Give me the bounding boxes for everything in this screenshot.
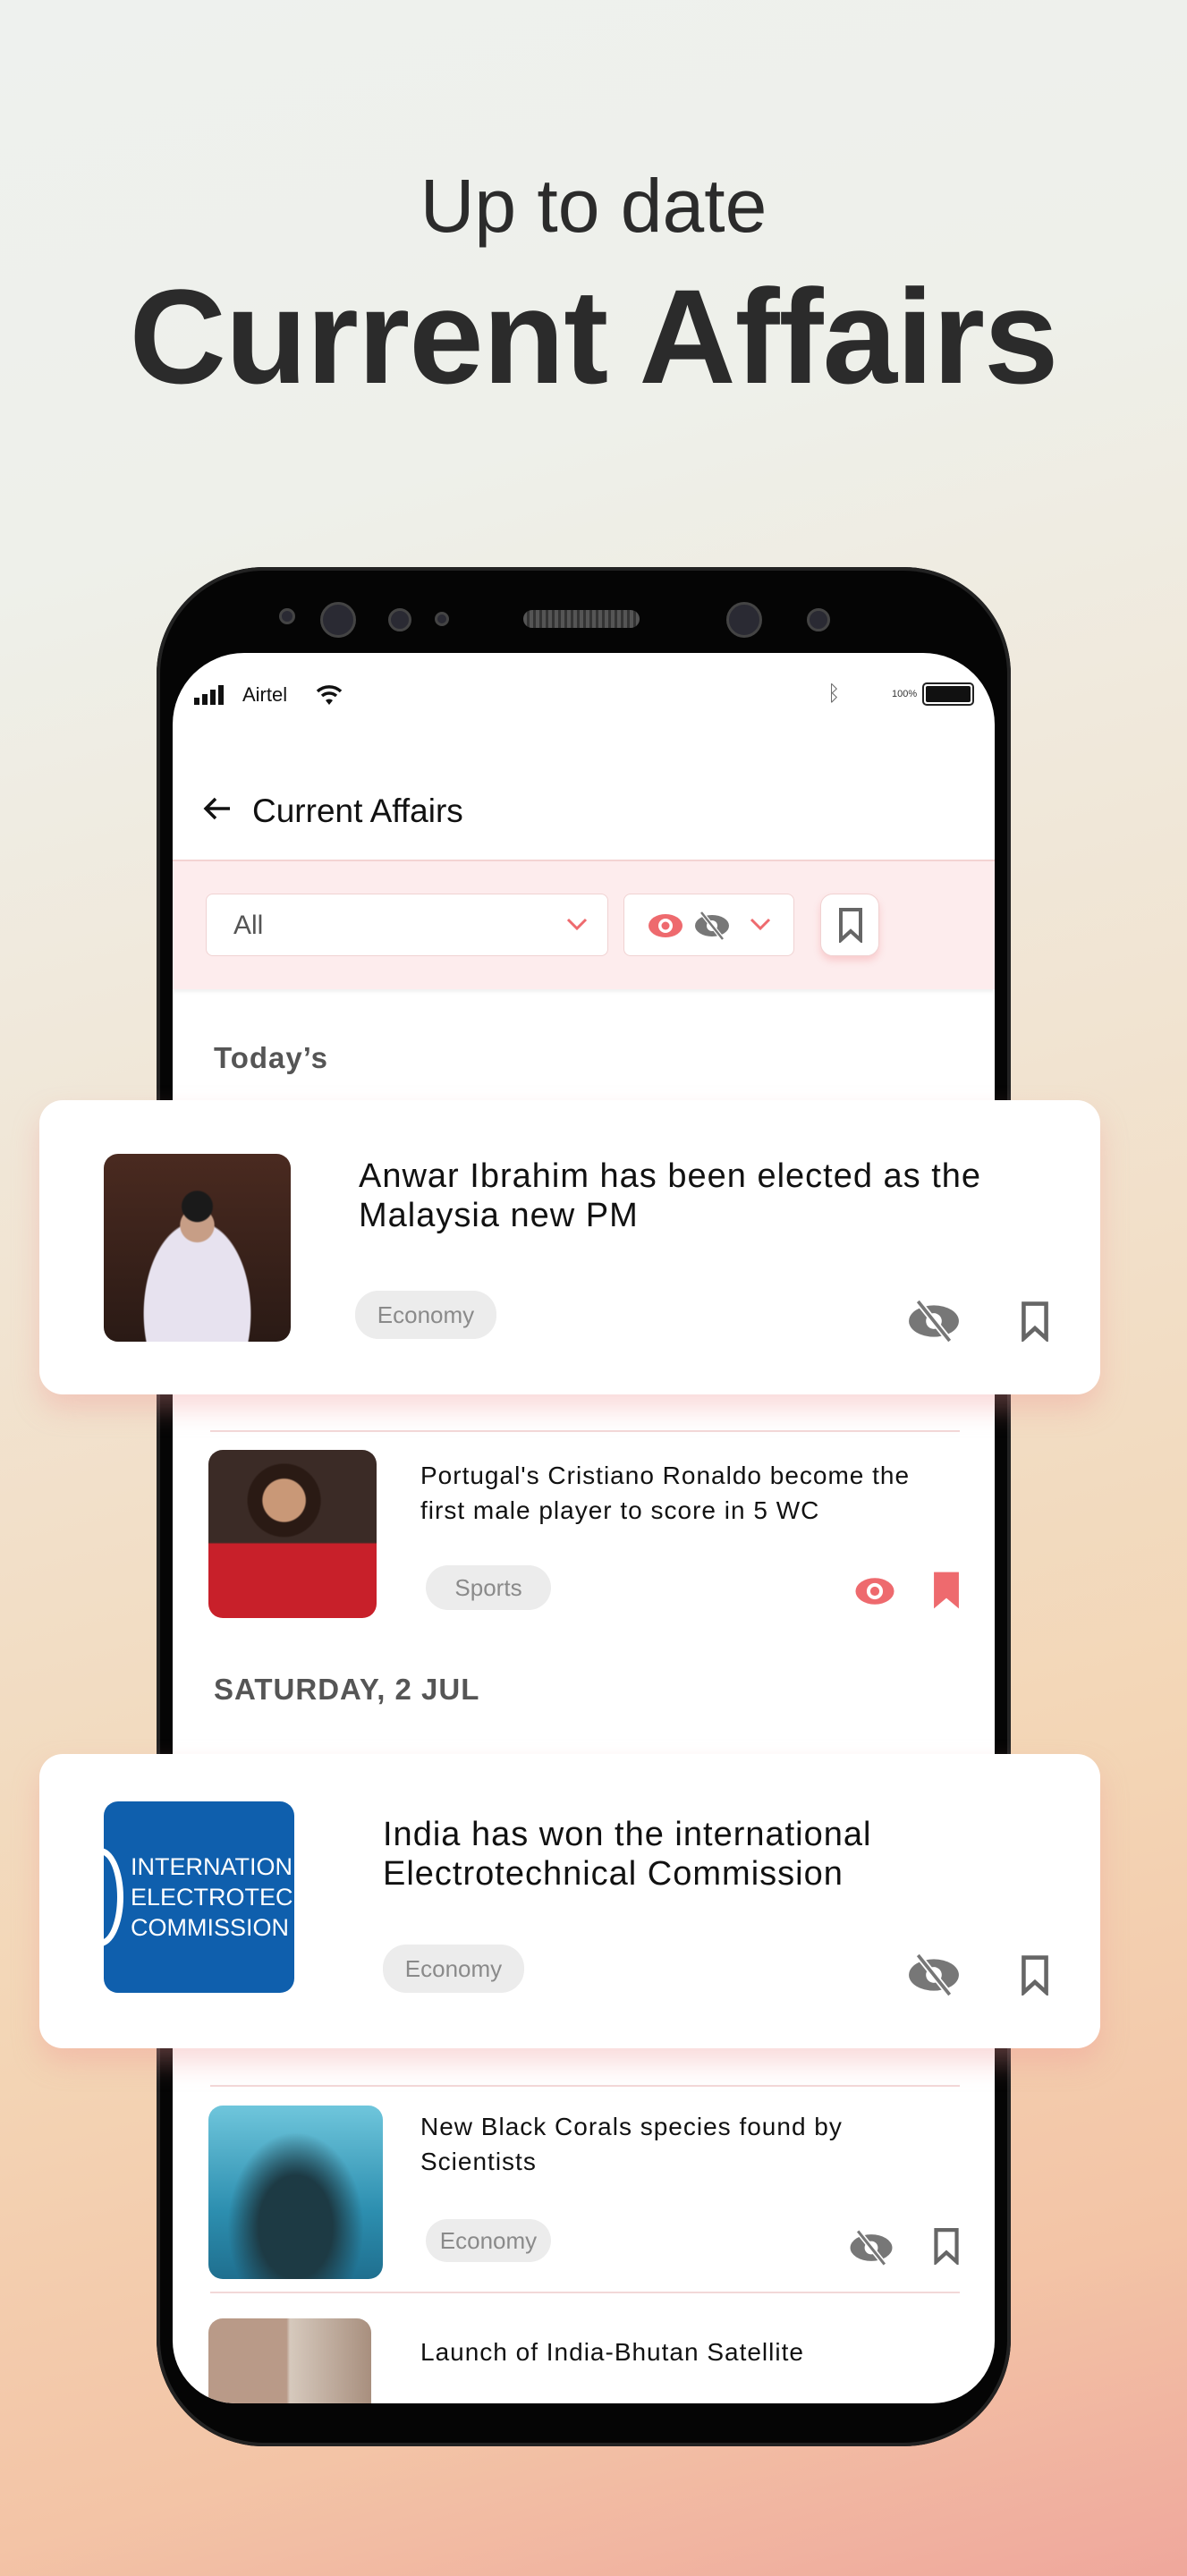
bluetooth-icon: ᛒ — [827, 682, 841, 706]
read-status-dropdown[interactable] — [623, 894, 794, 956]
sensor-icon — [807, 608, 830, 631]
speaker-grille — [523, 610, 640, 628]
category-tag: Economy — [355, 1291, 496, 1339]
filter-bar: All — [173, 860, 995, 989]
camera-icon — [320, 602, 356, 638]
eye-off-icon[interactable] — [907, 1953, 961, 1997]
bookmark-icon[interactable] — [933, 2227, 960, 2265]
eye-off-icon — [695, 911, 729, 941]
divider — [210, 2085, 960, 2087]
chevron-down-icon — [566, 918, 588, 931]
back-arrow-icon[interactable] — [203, 796, 232, 821]
news-title[interactable]: Portugal's Cristiano Ronaldo become the … — [420, 1458, 939, 1528]
bookmark-icon[interactable] — [1021, 1954, 1049, 1996]
wifi-icon — [316, 685, 343, 705]
hero-subtitle: Up to date — [420, 164, 767, 248]
section-heading-today: Today’s — [214, 1041, 329, 1074]
category-tag: Economy — [383, 1945, 524, 1993]
logo-text: COMMISSION — [131, 1914, 290, 1941]
hero-title: Current Affairs — [129, 261, 1059, 411]
news-thumbnail — [104, 1154, 291, 1342]
eye-icon — [649, 914, 683, 937]
sensor-icon — [435, 612, 449, 626]
category-tag: Sports — [426, 1565, 551, 1610]
news-title[interactable]: Launch of India-Bhutan Satellite — [420, 2334, 939, 2369]
news-title[interactable]: New Black Corals species found by Scient… — [420, 2109, 939, 2179]
news-title: Anwar Ibrahim has been elected as the Ma… — [359, 1157, 982, 1234]
section-heading-date: SATURDAY, 2 JUL — [214, 1673, 480, 1706]
phone-screen: Airtel ᛒ 100% Current Affairs All Today’… — [173, 653, 995, 2403]
category-dropdown[interactable]: All — [206, 894, 608, 956]
category-tag: Economy — [426, 2219, 551, 2262]
chevron-down-icon — [750, 918, 771, 931]
bookmarks-filter-button[interactable] — [820, 894, 879, 956]
battery-icon — [922, 682, 974, 706]
sensor-icon — [279, 608, 295, 624]
viewed-eye-icon[interactable] — [852, 1576, 897, 1606]
news-thumbnail[interactable] — [208, 2106, 383, 2279]
news-thumbnail[interactable] — [208, 1450, 377, 1618]
news-thumbnail[interactable] — [208, 2318, 371, 2403]
featured-news-card[interactable]: Anwar Ibrahim has been elected as the Ma… — [39, 1100, 1100, 1394]
sensor-icon — [388, 608, 411, 631]
camera-icon — [726, 602, 762, 638]
battery-percent: 100% — [892, 689, 918, 699]
eye-off-icon[interactable] — [848, 2229, 894, 2267]
featured-news-card[interactable]: INTERNATION ELECTROTEC COMMISSION India … — [39, 1754, 1100, 2048]
divider — [210, 1430, 960, 1432]
category-value: All — [233, 911, 264, 940]
carrier-name: Airtel — [242, 683, 288, 706]
news-title: India has won the international Electrot… — [383, 1816, 872, 1893]
bookmark-icon[interactable] — [1021, 1301, 1049, 1342]
page-title: Current Affairs — [252, 792, 463, 829]
logo-text: ELECTROTEC — [131, 1884, 293, 1911]
eye-off-icon[interactable] — [907, 1299, 961, 1343]
divider — [210, 2292, 960, 2293]
logo-text: INTERNATION — [131, 1853, 293, 1880]
signal-icon — [194, 685, 224, 705]
bookmark-filled-icon[interactable] — [933, 1571, 960, 1610]
bookmark-icon — [839, 908, 862, 943]
iec-logo-thumbnail: INTERNATION ELECTROTEC COMMISSION — [104, 1801, 294, 1993]
